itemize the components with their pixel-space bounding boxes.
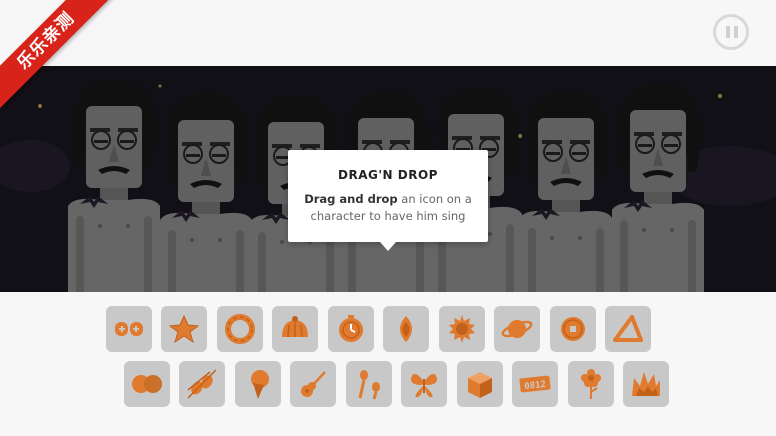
donut-ring-icon	[225, 314, 255, 344]
icon-clock[interactable]	[328, 306, 374, 352]
icon-crown-flame[interactable]	[623, 361, 669, 407]
number-plate-icon: 0812	[519, 375, 551, 393]
icon-tray: 0812	[0, 292, 776, 436]
pudding-icon	[282, 316, 308, 338]
icon-sun[interactable]	[439, 306, 485, 352]
double-ball-icon	[132, 375, 162, 393]
maracas-icon	[358, 370, 380, 400]
clock-icon	[339, 315, 363, 342]
ice-cream-icon	[251, 370, 269, 399]
number-plate-text: 0812	[524, 380, 547, 392]
cube-icon	[468, 372, 492, 398]
butterfly-icon	[410, 373, 438, 398]
top-bar: 乐乐亲测	[0, 0, 776, 109]
leaf-drop-icon	[400, 316, 412, 342]
icon-double-ball[interactable]	[124, 361, 170, 407]
icon-planet[interactable]	[494, 306, 540, 352]
icon-star[interactable]	[161, 306, 207, 352]
tooltip-body: Drag and drop an icon on a character to …	[288, 191, 488, 225]
icon-flower[interactable]	[568, 361, 614, 407]
icon-cube[interactable]	[457, 361, 503, 407]
flower-icon	[581, 369, 601, 399]
icon-maracas[interactable]	[346, 361, 392, 407]
sun-icon	[449, 315, 475, 343]
pause-icon-bar	[734, 26, 738, 38]
triangle-icon	[613, 315, 643, 342]
icon-guitar[interactable]	[290, 361, 336, 407]
star-icon	[168, 314, 200, 344]
pause-icon	[726, 26, 730, 38]
icon-butterfly[interactable]	[401, 361, 447, 407]
pause-button[interactable]	[713, 14, 749, 50]
icon-coin[interactable]	[550, 306, 596, 352]
tooltip-title: DRAG'N DROP	[338, 168, 438, 182]
crown-flame-icon	[632, 372, 660, 396]
icon-pudding[interactable]	[272, 306, 318, 352]
icon-violins[interactable]	[179, 361, 225, 407]
violins-icon	[187, 369, 217, 399]
drag-drop-tooltip: DRAG'N DROP Drag and drop an icon on a c…	[288, 150, 488, 251]
gamepad-icon	[115, 322, 143, 336]
icon-leaf-drop[interactable]	[383, 306, 429, 352]
planet-icon	[501, 320, 533, 338]
icon-number-plate[interactable]: 0812	[512, 361, 558, 407]
icon-ice-cream[interactable]	[235, 361, 281, 407]
icon-gamepad[interactable]	[106, 306, 152, 352]
tooltip-body-strong: Drag and drop	[304, 192, 398, 206]
coin-icon	[561, 317, 585, 341]
icon-triangle[interactable]	[605, 306, 651, 352]
guitar-icon	[301, 371, 326, 397]
icon-donut-ring[interactable]	[217, 306, 263, 352]
